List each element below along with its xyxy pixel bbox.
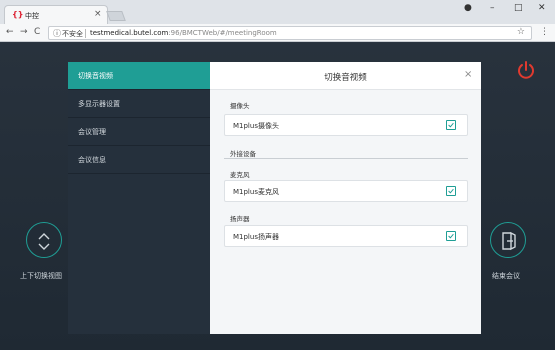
url-input[interactable]: ⓘ 不安全 testmedical.butel.com:96/BMCTWeb/#…	[48, 26, 532, 40]
minimize-button[interactable]: –	[490, 3, 495, 13]
reload-icon[interactable]: C	[34, 27, 40, 37]
sidebar-item-meeting-management[interactable]: 会议管理	[68, 118, 210, 146]
speaker-value: M1plus扬声器	[233, 233, 279, 241]
close-icon[interactable]: ×	[464, 69, 472, 80]
account-icon[interactable]: ●	[464, 3, 472, 13]
url-host: testmedical.butel.com	[90, 29, 169, 37]
camera-section-label: 摄像头	[230, 102, 250, 110]
checkbox-checked-icon[interactable]	[446, 231, 456, 241]
url-text: testmedical.butel.com:96/BMCTWeb/#/meeti…	[90, 29, 277, 37]
av-settings-dialog: 切换音视频 × 摄像头 M1plus摄像头 外接设备 麦克风 M1plus麦克风…	[210, 62, 481, 334]
settings-sidebar: 切换音视频 多显示器设置 会议管理 会议信息	[68, 62, 210, 334]
favicon-icon: {}	[12, 10, 24, 19]
sidebar-item-label: 会议管理	[78, 128, 106, 136]
sidebar-item-meeting-info[interactable]: 会议信息	[68, 146, 210, 174]
info-icon[interactable]: ⓘ	[53, 28, 61, 39]
bookmark-star-icon[interactable]: ☆	[517, 27, 525, 37]
camera-value: M1plus摄像头	[233, 122, 279, 130]
up-down-arrows-icon	[38, 233, 50, 250]
end-meeting-button[interactable]	[490, 222, 526, 258]
switch-view-label: 上下切换视图	[20, 272, 62, 280]
camera-select[interactable]: M1plus摄像头	[224, 114, 468, 136]
power-icon[interactable]	[516, 60, 536, 80]
checkbox-checked-icon[interactable]	[446, 120, 456, 130]
security-label: 不安全	[62, 30, 83, 38]
mic-section-label: 麦克风	[230, 171, 250, 179]
sidebar-item-switch-av[interactable]: 切换音视频	[68, 62, 210, 90]
external-devices-label: 外接设备	[230, 150, 256, 158]
speaker-section-label: 扬声器	[230, 215, 250, 223]
back-icon[interactable]: ←	[6, 27, 14, 37]
sidebar-item-label: 会议信息	[78, 156, 106, 164]
speaker-select[interactable]: M1plus扬声器	[224, 225, 468, 247]
sidebar-item-label: 切换音视频	[78, 72, 113, 80]
checkbox-checked-icon[interactable]	[446, 186, 456, 196]
new-tab-button[interactable]	[106, 11, 126, 21]
microphone-value: M1plus麦克风	[233, 188, 279, 196]
maximize-button[interactable]: □	[514, 3, 523, 13]
tab-close-icon[interactable]: ×	[94, 9, 102, 19]
browser-titlebar: {} 中控 × ● – □ ✕	[0, 0, 555, 24]
separator	[85, 29, 86, 38]
close-window-button[interactable]: ✕	[538, 3, 546, 13]
tab-title: 中控	[25, 12, 39, 20]
dialog-header: 切换音视频 ×	[210, 62, 481, 90]
sidebar-item-label: 多显示器设置	[78, 100, 120, 108]
sidebar-item-multi-display[interactable]: 多显示器设置	[68, 90, 210, 118]
end-meeting-label: 结束会议	[492, 272, 520, 280]
exit-door-icon	[502, 231, 516, 251]
switch-view-button[interactable]	[26, 222, 62, 258]
dialog-title: 切换音视频	[324, 73, 367, 83]
browser-menu-icon[interactable]: ⋮	[540, 27, 549, 37]
browser-tab[interactable]: {} 中控 ×	[4, 5, 108, 24]
microphone-select[interactable]: M1plus麦克风	[224, 180, 468, 202]
forward-icon[interactable]: →	[20, 27, 28, 37]
url-path: :96/BMCTWeb/#/meetingRoom	[168, 29, 277, 37]
section-divider	[224, 158, 468, 159]
address-bar: ← → C ⓘ 不安全 testmedical.butel.com:96/BMC…	[0, 24, 555, 42]
